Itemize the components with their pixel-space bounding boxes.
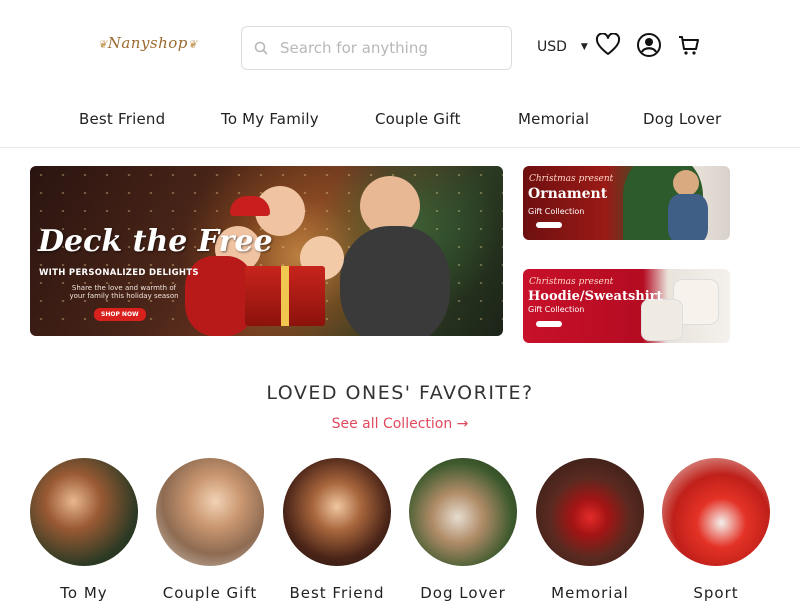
hoodie-title: Hoodie/Sweatshirt [528, 289, 663, 304]
category-image [662, 458, 770, 566]
ornament-banner[interactable]: Christmas present Ornament Gift Collecti… [523, 166, 730, 240]
nav-item-to-my-family[interactable]: To My Family [221, 110, 319, 128]
category-to-my[interactable]: To My [30, 458, 140, 602]
nav-item-couple-gift[interactable]: Couple Gift [375, 110, 461, 128]
see-all-collection-link[interactable]: See all Collection → [0, 416, 800, 432]
logo-flourish-left: ❦ [98, 38, 108, 51]
hoodie-banner[interactable]: Christmas present Hoodie/Sweatshirt Gift… [523, 269, 730, 343]
category-label: Memorial [551, 584, 629, 602]
ornament-kicker: Christmas present [529, 174, 614, 184]
nav-item-best-friend[interactable]: Best Friend [79, 110, 165, 128]
category-image [283, 458, 391, 566]
figure-decoration [668, 194, 708, 240]
hero-description: Share the love and warmth of your family… [69, 284, 179, 301]
sweatshirt-decoration [641, 299, 683, 341]
category-label: Sport [693, 584, 739, 602]
category-label: Couple Gift [162, 584, 258, 602]
logo-text: Nanyshop [107, 34, 188, 52]
site-header: ❦Nanyshop❦ USD ▼ [0, 0, 800, 96]
search-input[interactable] [280, 39, 500, 57]
hero-gift-box [245, 266, 325, 326]
caret-down-icon: ▼ [580, 42, 588, 52]
category-image [156, 458, 264, 566]
category-image [409, 458, 517, 566]
category-image [30, 458, 138, 566]
nav-item-dog-lover[interactable]: Dog Lover [643, 110, 721, 128]
category-dog-lover[interactable]: Dog Lover [409, 458, 519, 602]
ornament-shop-button[interactable] [536, 222, 562, 228]
currency-label: USD [537, 39, 567, 55]
hoodie-shop-button[interactable] [536, 321, 562, 327]
user-icon[interactable] [636, 32, 662, 58]
category-label: To My [60, 584, 108, 602]
hero-subheadline: WITH PERSONALIZED DELIGHTS [39, 268, 199, 278]
heart-icon[interactable] [595, 32, 621, 58]
main-nav: Best Friend To My Family Couple Gift Mem… [0, 96, 800, 148]
category-best-friend[interactable]: Best Friend [283, 458, 393, 602]
category-label: Best Friend [289, 584, 385, 602]
category-sport[interactable]: Sport [662, 458, 772, 602]
logo-flourish-right: ❦ [187, 38, 198, 51]
figure-decoration [673, 170, 699, 196]
nav-item-memorial[interactable]: Memorial [518, 110, 589, 128]
hoodie-kicker: Christmas present [529, 277, 614, 287]
ornament-title: Ornament [528, 186, 608, 202]
category-image [536, 458, 644, 566]
currency-selector[interactable]: USD ▼ [537, 39, 588, 55]
hero-hat [230, 196, 270, 216]
search-bar[interactable] [241, 26, 512, 70]
ornament-subtitle: Gift Collection [528, 207, 585, 216]
cart-icon[interactable] [676, 32, 702, 58]
category-couple-gift[interactable]: Couple Gift [156, 458, 266, 602]
hero-headline: Deck the Free [38, 224, 273, 259]
hero-figure [340, 226, 450, 336]
shop-now-button[interactable]: SHOP NOW [94, 308, 146, 321]
section-title: LOVED ONES' FAVORITE? [266, 382, 534, 404]
hero-banner[interactable]: Deck the Free WITH PERSONALIZED DELIGHTS… [30, 166, 503, 336]
search-icon[interactable] [254, 41, 278, 55]
category-memorial[interactable]: Memorial [536, 458, 646, 602]
hoodie-subtitle: Gift Collection [528, 305, 585, 314]
site-logo[interactable]: ❦Nanyshop❦ [98, 34, 198, 52]
category-label: Dog Lover [420, 584, 506, 602]
